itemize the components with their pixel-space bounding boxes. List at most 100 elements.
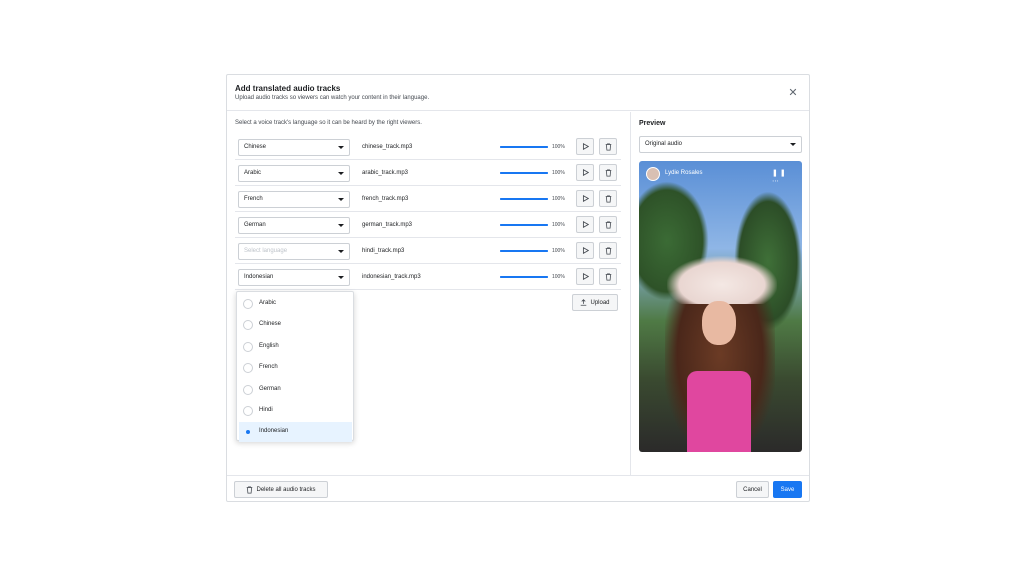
track-filename: arabic_track.mp3	[362, 170, 409, 176]
language-select-value: Indonesian	[244, 274, 274, 280]
radio-icon	[243, 342, 253, 352]
language-select[interactable]: Indonesian	[238, 269, 350, 286]
caret-down-icon	[338, 224, 344, 227]
volume-slider[interactable]	[500, 250, 548, 252]
play-icon	[582, 195, 589, 202]
trash-icon	[605, 272, 611, 281]
volume-fill	[500, 276, 548, 278]
delete-track-button[interactable]	[599, 268, 617, 285]
language-option[interactable]: Chinese	[239, 315, 352, 335]
play-button[interactable]	[576, 190, 594, 207]
audio-tracks-dialog: Add translated audio tracks Upload audio…	[226, 74, 810, 502]
language-option[interactable]: German	[239, 380, 352, 400]
trash-icon	[247, 485, 253, 494]
tracks-panel: Select a voice track's language so it ca…	[227, 112, 631, 475]
preview-title: Preview	[639, 120, 666, 127]
close-icon[interactable]: ✕	[787, 87, 799, 99]
language-select[interactable]: Chinese	[238, 139, 350, 156]
avatar	[646, 167, 660, 181]
track-filename: chinese_track.mp3	[362, 144, 413, 150]
language-select[interactable]: German	[238, 217, 350, 234]
dialog-title: Add translated audio tracks	[235, 84, 341, 93]
video-preview[interactable]: Lydie Rosales ❚❚ ⋯	[639, 161, 802, 452]
language-option-label: Chinese	[259, 321, 282, 327]
audio-select[interactable]: Original audio	[639, 136, 802, 153]
pause-icon[interactable]: ❚❚ ⋯	[772, 169, 796, 185]
radio-icon	[243, 385, 253, 395]
video-scene	[667, 256, 777, 304]
volume-percent: 100%	[552, 196, 565, 202]
language-option[interactable]: English	[239, 337, 352, 357]
language-dropdown: Arabic Chinese English French German Hin…	[236, 291, 354, 442]
play-button[interactable]	[576, 242, 594, 259]
volume-slider[interactable]	[500, 276, 548, 278]
dialog-subtitle: Upload audio tracks so viewers can watch…	[235, 95, 430, 101]
radio-icon	[243, 406, 253, 416]
language-select-value: Arabic	[244, 170, 262, 176]
volume-percent: 100%	[552, 248, 565, 254]
radio-icon	[243, 320, 253, 330]
video-header: Lydie Rosales ❚❚ ⋯	[646, 167, 796, 185]
delete-all-label: Delete all audio tracks	[256, 486, 316, 493]
radio-selected-icon	[243, 427, 253, 437]
track-filename: indonesian_track.mp3	[362, 274, 421, 280]
track-row: French french_track.mp3 100%	[235, 187, 621, 212]
delete-all-button[interactable]: Delete all audio tracks	[234, 481, 328, 498]
delete-track-button[interactable]	[599, 190, 617, 207]
volume-slider[interactable]	[500, 224, 548, 226]
delete-track-button[interactable]	[599, 138, 617, 155]
volume-slider[interactable]	[500, 146, 548, 148]
language-select[interactable]: Arabic	[238, 165, 350, 182]
language-option[interactable]: Hindi	[239, 401, 352, 421]
track-row: Indonesian indonesian_track.mp3 100%	[235, 265, 621, 290]
cancel-button[interactable]: Cancel	[736, 481, 769, 498]
language-option-label: German	[259, 386, 281, 392]
dialog-header: Add translated audio tracks Upload audio…	[227, 75, 809, 111]
delete-track-button[interactable]	[599, 164, 617, 181]
language-select[interactable]: Select language	[238, 243, 350, 260]
dialog-footer: Delete all audio tracks Cancel Save	[227, 475, 809, 501]
upload-button[interactable]: Upload	[572, 294, 618, 311]
volume-percent: 100%	[552, 170, 565, 176]
volume-percent: 100%	[552, 144, 565, 150]
language-option-selected[interactable]: Indonesian	[239, 422, 352, 442]
play-icon	[582, 143, 589, 150]
language-option[interactable]: French	[239, 358, 352, 378]
language-select[interactable]: French	[238, 191, 350, 208]
upload-label: Upload	[590, 299, 610, 306]
track-row: Arabic arabic_track.mp3 100%	[235, 161, 621, 186]
language-select-placeholder: Select language	[244, 248, 288, 254]
preview-panel: Preview Original audio Lydie Rosales ❚❚ …	[632, 112, 809, 475]
play-button[interactable]	[576, 138, 594, 155]
track-row: Chinese chinese_track.mp3 100%	[235, 135, 621, 160]
play-icon	[582, 221, 589, 228]
trash-icon	[605, 246, 611, 255]
play-button[interactable]	[576, 164, 594, 181]
caret-down-icon	[338, 250, 344, 253]
delete-track-button[interactable]	[599, 242, 617, 259]
language-option-label: Indonesian	[259, 428, 289, 434]
language-option-label: French	[259, 364, 278, 370]
creator-name: Lydie Rosales	[665, 170, 703, 176]
caret-down-icon	[338, 172, 344, 175]
audio-select-value: Original audio	[645, 141, 683, 147]
delete-track-button[interactable]	[599, 216, 617, 233]
video-scene	[687, 371, 751, 452]
language-option[interactable]: Arabic	[239, 294, 352, 314]
volume-percent: 100%	[552, 222, 565, 228]
cancel-label: Cancel	[743, 486, 762, 493]
trash-icon	[605, 168, 611, 177]
caret-down-icon	[338, 198, 344, 201]
play-button[interactable]	[576, 216, 594, 233]
play-button[interactable]	[576, 268, 594, 285]
language-option-label: Hindi	[259, 407, 273, 413]
language-option-label: English	[259, 343, 279, 349]
volume-slider[interactable]	[500, 198, 548, 200]
save-label: Save	[780, 486, 795, 493]
volume-slider[interactable]	[500, 172, 548, 174]
volume-fill	[500, 250, 548, 252]
save-button[interactable]: Save	[773, 481, 802, 498]
language-option-label: Arabic	[259, 300, 277, 306]
volume-fill	[500, 198, 548, 200]
volume-fill	[500, 146, 548, 148]
